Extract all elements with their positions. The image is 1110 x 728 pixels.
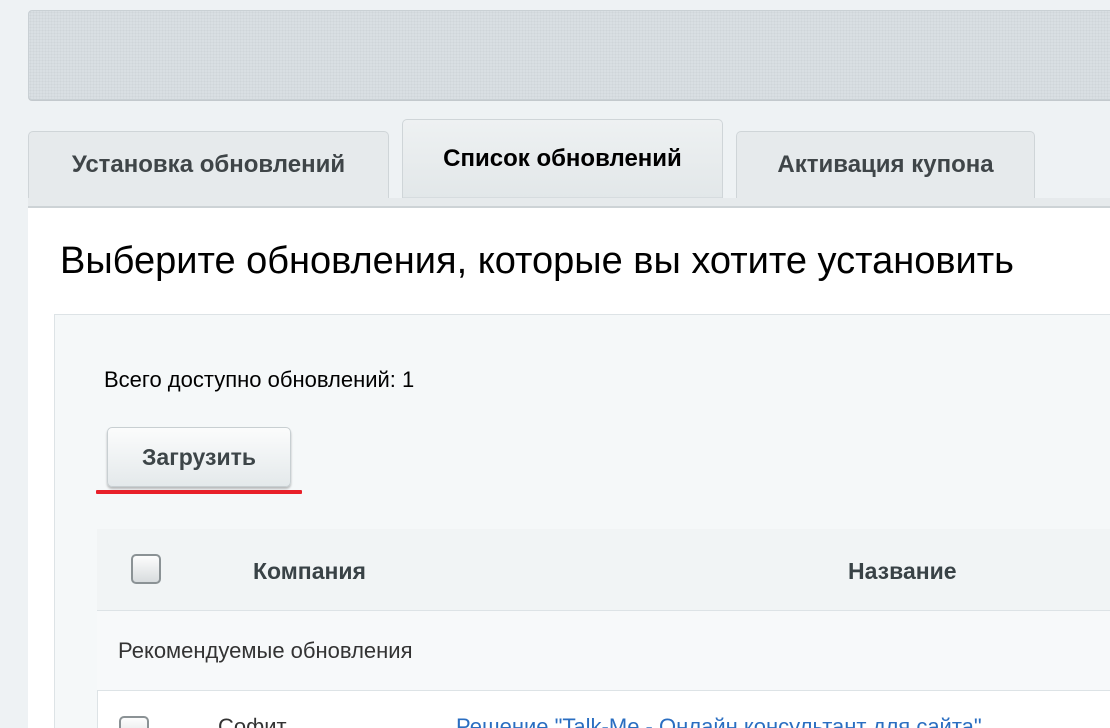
tab-label: Список обновлений (443, 145, 682, 172)
load-button[interactable]: Загрузить (107, 427, 291, 487)
total-updates-text: Всего доступно обновлений: 1 (104, 367, 415, 392)
column-header-name: Название (848, 558, 957, 584)
top-panel (28, 10, 1110, 100)
row-title-link[interactable]: Решение "Talk-Me - Онлайн консультант дл… (456, 714, 982, 728)
select-all-checkbox[interactable] (131, 554, 161, 584)
tab-label: Активация купона (777, 151, 994, 178)
tab-install-updates[interactable]: Установка обновлений (28, 131, 389, 198)
page: Установка обновлений Список обновлений А… (0, 0, 1110, 728)
column-header-company: Компания (253, 558, 366, 584)
row-checkbox[interactable] (119, 716, 149, 728)
page-title: Выберите обновления, которые вы хотите у… (60, 240, 1014, 282)
tab-strip-divider (28, 198, 1110, 208)
load-button-label: Загрузить (142, 443, 256, 470)
tab-coupon-activation[interactable]: Активация купона (736, 131, 1035, 198)
table-header (97, 529, 1110, 611)
highlight-underline (96, 490, 302, 494)
tab-updates-list[interactable]: Список обновлений (402, 119, 723, 198)
group-label-recommended: Рекомендуемые обновления (118, 638, 413, 663)
tab-label: Установка обновлений (71, 151, 346, 178)
row-company: Софит (218, 714, 287, 728)
